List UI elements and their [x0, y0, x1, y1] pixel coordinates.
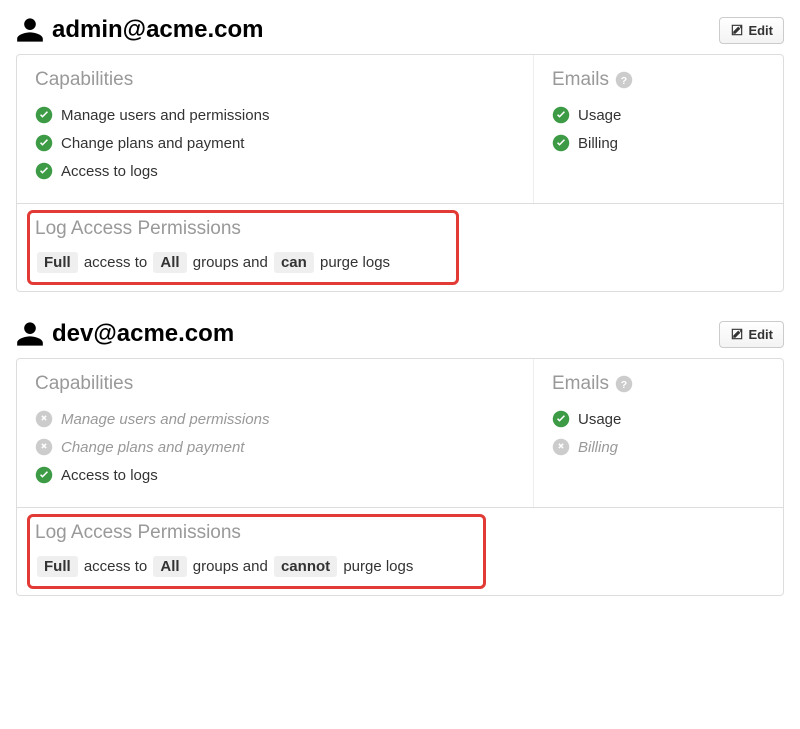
check-circle-icon — [35, 106, 53, 124]
log-purge-pill: cannot — [274, 556, 337, 577]
emails-title-text: Emails — [552, 69, 609, 91]
log-text-access-to: access to — [84, 254, 147, 271]
user-panel: Capabilities Manage users and permissions… — [16, 358, 784, 596]
x-circle-icon — [35, 410, 53, 428]
capabilities-section: Capabilities Manage users and permissions… — [17, 359, 533, 507]
capabilities-list: Manage users and permissions Change plans… — [35, 405, 515, 489]
emails-title: Emails? — [552, 69, 765, 91]
email-item: Usage — [552, 101, 765, 129]
user-icon — [16, 320, 44, 348]
capability-item: Access to logs — [35, 461, 515, 489]
edit-label: Edit — [748, 327, 773, 342]
log-text-purge-logs: purge logs — [320, 254, 390, 271]
log-level-pill: Full — [37, 556, 78, 577]
capability-label: Manage users and permissions — [61, 107, 269, 124]
log-text-purge-logs: purge logs — [343, 558, 413, 575]
log-access-line: Full access to All groups and cannot pur… — [35, 556, 765, 577]
edit-icon — [730, 327, 744, 341]
user-header: dev@acme.com Edit — [16, 320, 784, 348]
log-access-title: Log Access Permissions — [35, 218, 765, 240]
emails-title: Emails? — [552, 373, 765, 395]
capabilities-title: Capabilities — [35, 69, 515, 91]
capability-label: Manage users and permissions — [61, 411, 269, 428]
user-block: dev@acme.com Edit Capabilities Manage users… — [16, 320, 784, 596]
svg-text:?: ? — [621, 75, 627, 87]
capability-label: Change plans and payment — [61, 135, 244, 152]
emails-section: Emails? Usage Billing — [533, 359, 783, 507]
log-text-groups-and: groups and — [193, 254, 268, 271]
capabilities-list: Manage users and permissions Change plans… — [35, 101, 515, 185]
help-icon[interactable]: ? — [615, 71, 633, 89]
emails-title-text: Emails — [552, 373, 609, 395]
email-item: Usage — [552, 405, 765, 433]
log-access-section: Log Access Permissions Full access to All… — [17, 203, 783, 291]
capability-label: Access to logs — [61, 163, 158, 180]
user-icon — [16, 16, 44, 44]
email-item: Billing — [552, 129, 765, 157]
edit-button[interactable]: Edit — [719, 17, 784, 44]
email-label: Billing — [578, 439, 618, 456]
log-access-line: Full access to All groups and can purge … — [35, 252, 765, 273]
log-access-section: Log Access Permissions Full access to All… — [17, 507, 783, 595]
capability-label: Access to logs — [61, 467, 158, 484]
user-email: dev@acme.com — [52, 320, 719, 348]
log-purge-pill: can — [274, 252, 314, 273]
panel-top-row: Capabilities Manage users and permissions… — [17, 359, 783, 507]
user-panel: Capabilities Manage users and permissions… — [16, 54, 784, 292]
capability-label: Change plans and payment — [61, 439, 244, 456]
edit-icon — [730, 23, 744, 37]
capability-item: Manage users and permissions — [35, 405, 515, 433]
emails-list: Usage Billing — [552, 101, 765, 157]
user-header: admin@acme.com Edit — [16, 16, 784, 44]
email-label: Usage — [578, 411, 621, 428]
help-icon[interactable]: ? — [615, 375, 633, 393]
capability-item: Manage users and permissions — [35, 101, 515, 129]
log-scope-pill: All — [153, 556, 186, 577]
email-label: Usage — [578, 107, 621, 124]
capability-item: Access to logs — [35, 157, 515, 185]
capabilities-section: Capabilities Manage users and permissions… — [17, 55, 533, 203]
capability-item: Change plans and payment — [35, 433, 515, 461]
panel-top-row: Capabilities Manage users and permissions… — [17, 55, 783, 203]
check-circle-icon — [35, 466, 53, 484]
svg-text:?: ? — [621, 379, 627, 391]
emails-section: Emails? Usage Billing — [533, 55, 783, 203]
capability-item: Change plans and payment — [35, 129, 515, 157]
email-label: Billing — [578, 135, 618, 152]
x-circle-icon — [552, 438, 570, 456]
capabilities-title: Capabilities — [35, 373, 515, 395]
log-text-groups-and: groups and — [193, 558, 268, 575]
emails-list: Usage Billing — [552, 405, 765, 461]
check-circle-icon — [552, 134, 570, 152]
x-circle-icon — [35, 438, 53, 456]
edit-button[interactable]: Edit — [719, 321, 784, 348]
check-circle-icon — [35, 162, 53, 180]
log-text-access-to: access to — [84, 558, 147, 575]
user-email: admin@acme.com — [52, 16, 719, 44]
log-access-title: Log Access Permissions — [35, 522, 765, 544]
log-scope-pill: All — [153, 252, 186, 273]
edit-label: Edit — [748, 23, 773, 38]
email-item: Billing — [552, 433, 765, 461]
user-block: admin@acme.com Edit Capabilities Manage use… — [16, 16, 784, 292]
log-level-pill: Full — [37, 252, 78, 273]
check-circle-icon — [552, 410, 570, 428]
check-circle-icon — [552, 106, 570, 124]
check-circle-icon — [35, 134, 53, 152]
